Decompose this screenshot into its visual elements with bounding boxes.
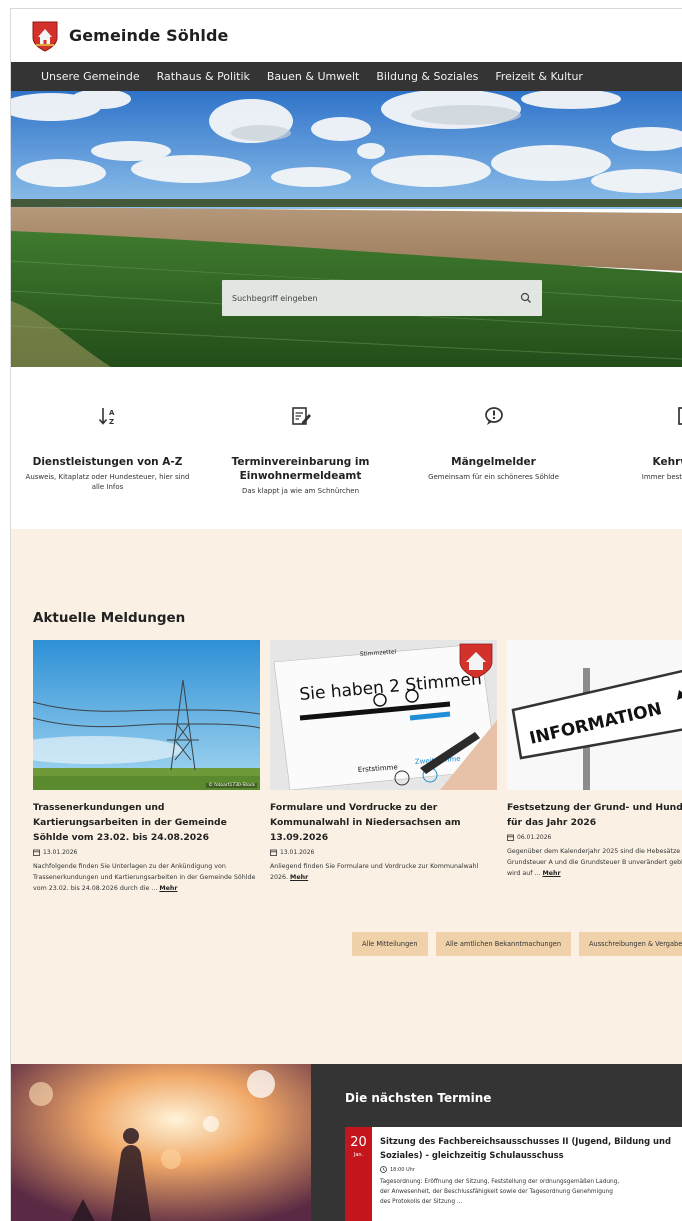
news-date: 13.01.2026 xyxy=(33,849,260,856)
official-notices-button[interactable]: Alle amtlichen Bekanntmachungen xyxy=(435,932,572,956)
more-link[interactable]: Mehr xyxy=(290,874,308,881)
nav-item-bauen-umwelt[interactable]: Bauen & Umwelt xyxy=(267,70,359,83)
quick-link-title: Mängelmelder xyxy=(451,456,536,468)
coat-of-arms-logo[interactable] xyxy=(31,20,59,52)
page: Gemeinde Söhlde Unsere Gemeinde Rathaus … xyxy=(10,8,682,1221)
news-card[interactable]: © fotoart1730-Stock Trassenerkundungen u… xyxy=(33,640,260,894)
svg-text:Z: Z xyxy=(109,418,114,426)
nav-item-unsere-gemeinde[interactable]: Unsere Gemeinde xyxy=(41,70,140,83)
calendar-icon xyxy=(270,849,277,856)
quick-link-terminvereinbarung[interactable]: Terminvereinbarung im Einwohnermeldeamt … xyxy=(204,367,397,529)
news-teaser: Nachfolgende finden Sie Unterlagen zu de… xyxy=(33,863,256,892)
news-teaser: Gegenüber dem Kalenderjahr 2025 sind die… xyxy=(507,848,682,877)
concert-photo xyxy=(11,1064,311,1221)
quick-link-subtitle: Immer bestens informiert xyxy=(641,473,682,481)
ballot-paper-photo[interactable]: Stimmzettel Sie haben 2 Stimmen Erststim… xyxy=(270,640,497,790)
tenders-button[interactable]: Ausschreibungen & Vergaben xyxy=(579,932,682,956)
quick-link-title: Dienstleistungen von A-Z xyxy=(32,456,183,468)
search-bar xyxy=(222,280,542,316)
news-title[interactable]: Trassenerkundungen und Kartierungsarbeit… xyxy=(33,800,260,845)
nav-item-bildung-soziales[interactable]: Bildung & Soziales xyxy=(376,70,478,83)
event-date-badge: 20 Jan. xyxy=(345,1127,372,1221)
news-date: 13.01.2026 xyxy=(270,849,497,856)
clock-icon xyxy=(380,1166,387,1173)
news-section: Aktuelle Meldungen © fotoart1730-Stock T… xyxy=(11,529,682,1065)
quick-links: A Z Dienstleistungen von A-Z Ausweis, Ki… xyxy=(11,367,682,529)
hero-banner xyxy=(11,91,682,367)
search-input[interactable] xyxy=(232,293,520,303)
svg-text:A: A xyxy=(109,409,115,417)
calendar-edit-icon xyxy=(291,407,311,425)
news-date-text: 06.01.2026 xyxy=(517,834,552,841)
event-time: 18:00 Uhr xyxy=(380,1166,671,1173)
all-announcements-button[interactable]: Alle Mitteilungen xyxy=(352,932,428,956)
events-panel: Die nächsten Termine 20 Jan. Sitzung des… xyxy=(311,1064,682,1221)
event-day: 20 xyxy=(350,1135,367,1150)
news-teaser: Anliegend finden Sie Formulare und Vordr… xyxy=(270,863,479,881)
news-title[interactable]: Festsetzung der Grund- und Hundesteuer f… xyxy=(507,800,682,830)
events-heading: Die nächsten Termine xyxy=(345,1091,492,1105)
quick-link-kehrwieder[interactable]: Kehrwieder Immer bestens informiert xyxy=(590,367,682,529)
calendar-icon xyxy=(33,849,40,856)
news-title[interactable]: Formulare und Vordrucke zu der Kommunalw… xyxy=(270,800,497,845)
quick-link-subtitle: Gemeinsam für ein schöneres Söhlde xyxy=(428,473,559,481)
quick-link-dienstleistungen[interactable]: A Z Dienstleistungen von A-Z Ausweis, Ki… xyxy=(11,367,204,529)
newspaper-icon xyxy=(677,407,682,425)
nav-item-freizeit-kultur[interactable]: Freizeit & Kultur xyxy=(495,70,583,83)
news-card[interactable]: INFORMATION Festsetzung der Grund- und H… xyxy=(507,640,682,894)
events-section: Die nächsten Termine 20 Jan. Sitzung des… xyxy=(11,1064,682,1221)
event-time-text: 18:00 Uhr xyxy=(390,1166,415,1173)
site-header: Gemeinde Söhlde xyxy=(11,9,682,62)
news-heading: Aktuelle Meldungen xyxy=(33,610,186,626)
event-body: Sitzung des Fachbereichsausschusses II (… xyxy=(372,1127,679,1221)
news-date: 06.01.2026 xyxy=(507,834,682,841)
landscape-photo xyxy=(11,91,682,367)
news-buttons: Alle Mitteilungen Alle amtlichen Bekannt… xyxy=(352,932,682,956)
news-card[interactable]: Stimmzettel Sie haben 2 Stimmen Erststim… xyxy=(270,640,497,894)
calendar-icon xyxy=(507,834,514,841)
quick-link-maengelmelder[interactable]: Mängelmelder Gemeinsam für ein schöneres… xyxy=(397,367,590,529)
quick-link-title: Kehrwieder xyxy=(652,456,682,468)
news-cards: © fotoart1730-Stock Trassenerkundungen u… xyxy=(33,640,682,894)
event-month: Jan. xyxy=(353,1152,364,1158)
event-description-line2: der Anwesenheit, der Beschlussfähigkeit … xyxy=(380,1189,613,1195)
event-title-line2[interactable]: Soziales) - gleichzeitig Schulausschuss xyxy=(380,1148,671,1162)
quick-link-title: Terminvereinbarung im Einwohnermeldeamt xyxy=(231,456,370,482)
news-date-text: 13.01.2026 xyxy=(280,849,315,856)
event-item[interactable]: 20 Jan. Sitzung des Fachbereichsausschus… xyxy=(345,1127,682,1221)
nav-item-rathaus-politik[interactable]: Rathaus & Politik xyxy=(157,70,250,83)
quick-link-subtitle: Das klappt ja wie am Schnürchen xyxy=(241,487,360,495)
photo-credit: © fotoart1730-Stock xyxy=(206,783,257,788)
information-sign-photo[interactable]: INFORMATION xyxy=(507,640,682,790)
main-navigation: Unsere Gemeinde Rathaus & Politik Bauen … xyxy=(11,62,682,91)
more-link[interactable]: Mehr xyxy=(159,885,177,892)
search-icon[interactable] xyxy=(520,292,532,304)
sort-az-icon: A Z xyxy=(98,408,115,426)
event-title[interactable]: Sitzung des Fachbereichsausschusses II (… xyxy=(380,1134,671,1148)
event-description: Tagesordnung: Eröffnung der Sitzung, Fes… xyxy=(380,1179,620,1185)
more-link[interactable]: Mehr xyxy=(542,870,560,877)
power-pylon-field-photo[interactable]: © fotoart1730-Stock xyxy=(33,640,260,790)
quick-link-subtitle: Ausweis, Kitaplatz oder Hundesteuer, hie… xyxy=(25,473,190,491)
speech-bubble-alert-icon xyxy=(484,407,503,425)
news-date-text: 13.01.2026 xyxy=(43,849,78,856)
site-title[interactable]: Gemeinde Söhlde xyxy=(69,26,228,45)
event-description-line3: des Protokolls der Sitzung ... xyxy=(380,1199,463,1205)
